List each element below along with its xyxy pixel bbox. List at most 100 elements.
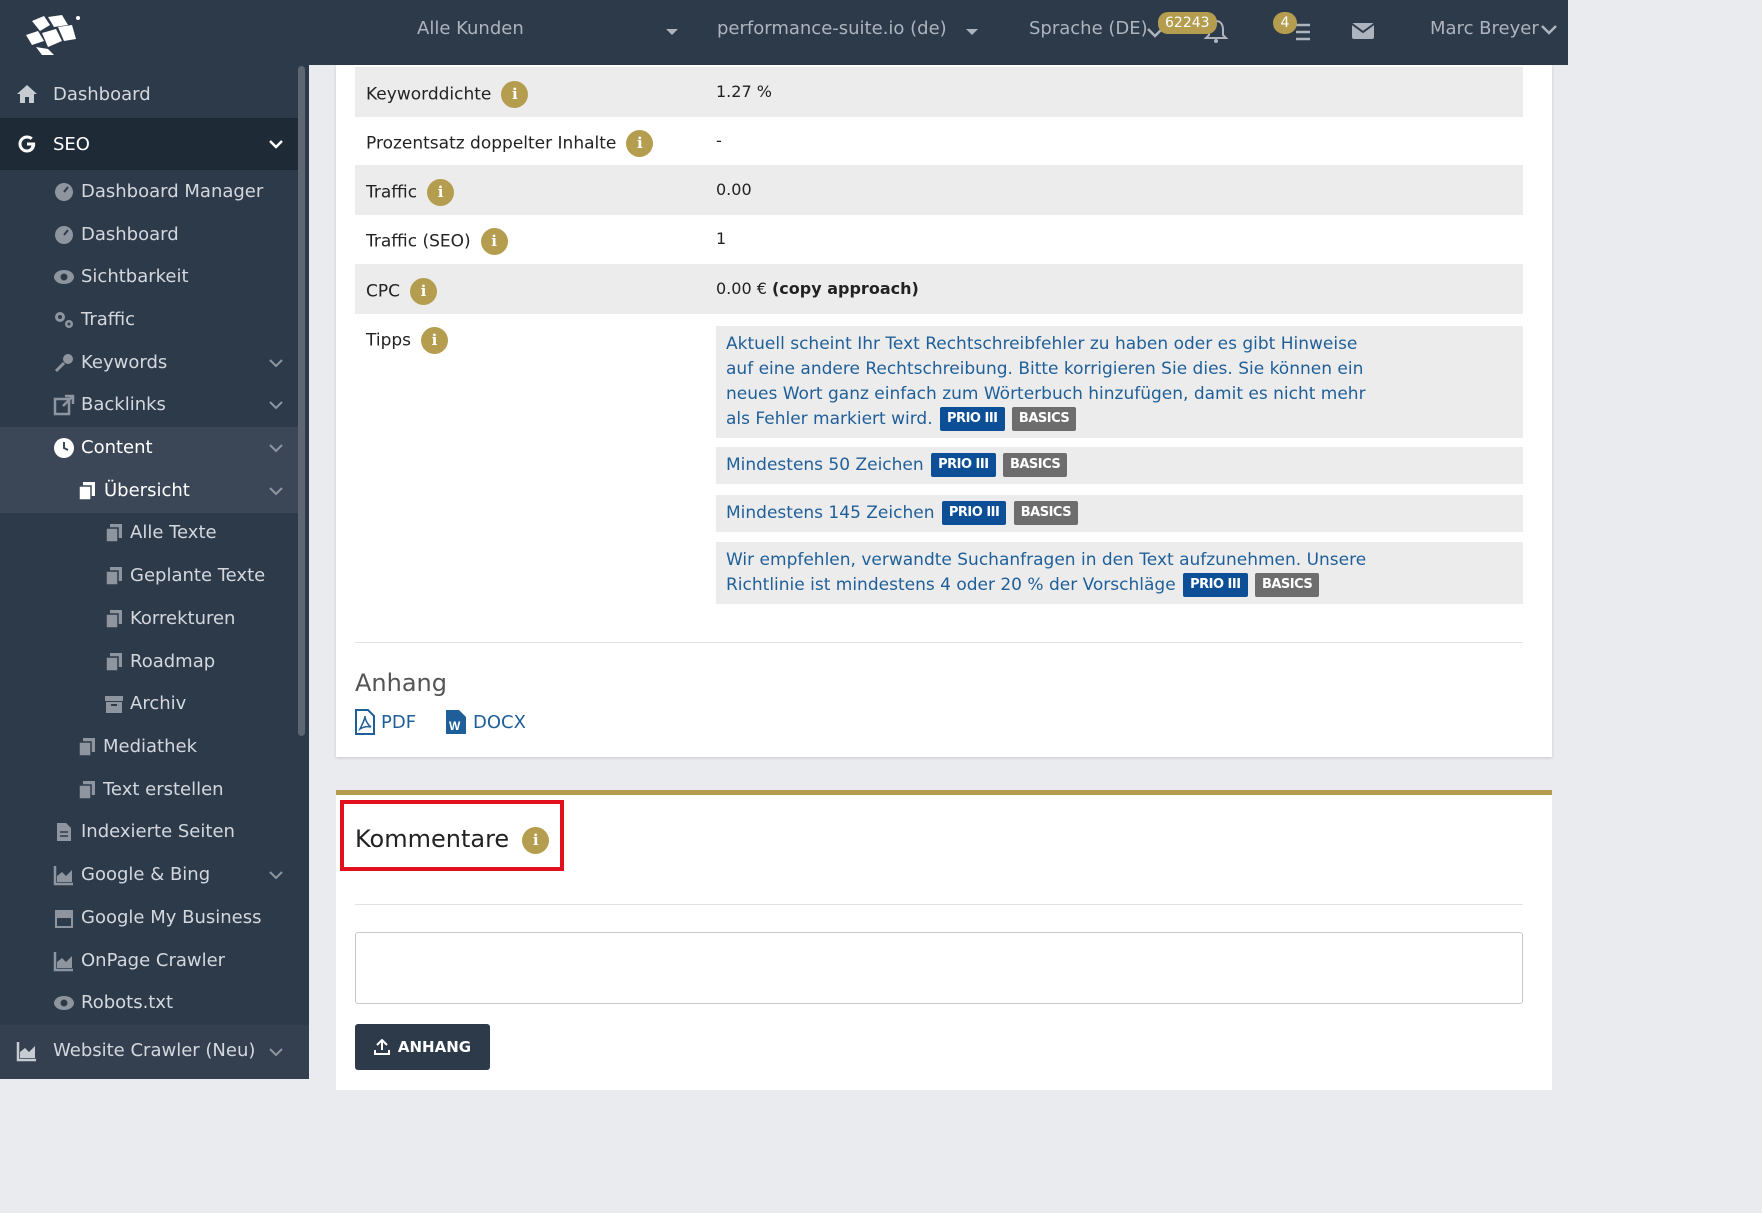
category-badge: BASICS	[1002, 453, 1068, 477]
language-select[interactable]: Sprache (DE)	[1029, 18, 1148, 39]
user-menu[interactable]: Marc Breyer	[1430, 18, 1539, 39]
tip-item: Mindestens 145 Zeichen PRIO III BASICS	[716, 495, 1523, 532]
gauge-icon	[55, 226, 73, 244]
sidebar-item-label: SEO	[53, 134, 90, 155]
sidebar-scrollbar[interactable]	[298, 66, 305, 736]
sidebar-item-label: Korrekturen	[130, 608, 236, 629]
info-icon[interactable]: i	[522, 826, 550, 854]
sidebar-item-label: Content	[81, 437, 153, 458]
external-link-icon	[53, 394, 75, 416]
customer-caret-icon[interactable]	[666, 29, 678, 35]
sidebar-item-robots[interactable]: Robots.txt	[0, 982, 298, 1024]
sidebar-item-google-bing[interactable]: Google & Bing	[0, 854, 298, 896]
category-badge: BASICS	[1254, 573, 1320, 597]
domain-select[interactable]: performance-suite.io (de)	[717, 18, 947, 39]
sidebar-item-label: Mediathek	[103, 736, 198, 757]
tip-item: Wir empfehlen, verwandte Suchanfragen in…	[716, 542, 1523, 604]
sidebar-item-alle-texte[interactable]: Alle Texte	[0, 512, 298, 554]
sidebar-item-geplante-texte[interactable]: Geplante Texte	[0, 555, 298, 597]
sidebar-item-label: Google My Business	[81, 907, 262, 928]
sidebar-item-label: Keywords	[81, 352, 168, 373]
detail-value: 0.00 € (copy approach)	[716, 279, 919, 298]
tip-item: Aktuell scheint Ihr Text Rechtschreibfeh…	[716, 326, 1523, 438]
google-icon	[18, 135, 36, 153]
sidebar-item-website-crawler[interactable]: Website Crawler (Neu)	[0, 1025, 309, 1079]
sidebar-item-dashboard-manager[interactable]: Dashboard Manager	[0, 171, 298, 213]
archive-icon	[105, 696, 123, 713]
sidebar-item-roadmap[interactable]: Roadmap	[0, 641, 298, 683]
sidebar-item-indexierte-seiten[interactable]: Indexierte Seiten	[0, 811, 298, 853]
divider	[355, 642, 1523, 643]
chevron-down-icon	[269, 401, 283, 410]
sidebar-item-label: Alle Texte	[130, 522, 217, 543]
info-icon[interactable]: i	[427, 179, 455, 206]
svg-text:W: W	[449, 719, 461, 733]
priority-badge: PRIO III	[931, 453, 996, 477]
detail-label: CPC i	[366, 278, 437, 305]
sidebar-item-keywords[interactable]: Keywords	[0, 342, 298, 384]
store-icon	[55, 910, 73, 928]
sidebar-item-backlinks[interactable]: Backlinks	[0, 384, 298, 426]
upload-attachment-button[interactable]: ANHANG	[355, 1024, 490, 1070]
priority-badge: PRIO III	[1183, 573, 1248, 597]
task-count-badge: 4	[1273, 12, 1297, 34]
info-icon[interactable]: i	[480, 228, 508, 255]
sidebar-item-uebersicht[interactable]: Übersicht	[0, 469, 298, 513]
sidebar-item-label: Google & Bing	[81, 864, 211, 885]
sidebar-item-text-erstellen[interactable]: Text erstellen	[0, 769, 298, 811]
mail-icon[interactable]	[1349, 17, 1377, 45]
copy-icon	[105, 524, 122, 543]
detail-row-traffic: Traffic i 0.00	[355, 165, 1523, 215]
domain-caret-icon[interactable]	[966, 29, 978, 35]
customer-select[interactable]: Alle Kunden	[417, 18, 524, 39]
sidebar-item-traffic[interactable]: Traffic	[0, 299, 298, 341]
comment-textarea[interactable]	[355, 932, 1523, 1004]
clock-icon	[54, 438, 74, 458]
sidebar-item-archiv[interactable]: Archiv	[0, 683, 298, 725]
chevron-down-icon	[269, 444, 283, 453]
sidebar-item-sichtbarkeit[interactable]: Sichtbarkeit	[0, 256, 298, 298]
detail-label-text: Traffic	[366, 182, 418, 203]
cpc-value: 0.00 €	[716, 279, 767, 298]
sidebar-item-label: Roadmap	[130, 651, 216, 672]
sidebar-item-content[interactable]: Content	[0, 427, 298, 469]
sidebar-item-seo-dashboard[interactable]: Dashboard	[0, 214, 298, 256]
sidebar-item-label: Dashboard	[81, 224, 179, 245]
sidebar-item-onpage-crawler[interactable]: OnPage Crawler	[0, 940, 298, 982]
info-icon[interactable]: i	[626, 130, 654, 157]
key-icon	[54, 354, 73, 373]
category-badge: BASICS	[1011, 407, 1077, 431]
sidebar-item-mediathek[interactable]: Mediathek	[0, 726, 298, 768]
detail-row-duplicate: Prozentsatz doppelter Inhalte i -	[355, 116, 1523, 166]
gauge-icon	[55, 183, 73, 201]
detail-row-keyworddichte: Keyworddichte i 1.27 %	[355, 67, 1523, 117]
download-docx-link[interactable]: W DOCX	[445, 709, 526, 735]
info-icon[interactable]: i	[410, 278, 437, 305]
download-pdf-link[interactable]: PDF	[355, 709, 416, 735]
sidebar-item-korrekturen[interactable]: Korrekturen	[0, 598, 298, 640]
info-icon[interactable]: i	[501, 81, 529, 108]
sidebar: Dashboard SEO Dashboard Manager Dashboar…	[0, 65, 309, 1079]
detail-label-text: Traffic (SEO)	[366, 231, 471, 252]
detail-label-text: CPC	[366, 281, 400, 302]
sidebar-item-label: Archiv	[130, 693, 187, 714]
home-icon	[17, 85, 37, 103]
sidebar-item-google-my-business[interactable]: Google My Business	[0, 897, 298, 939]
tip-text: Mindestens 145 Zeichen	[726, 503, 935, 523]
sidebar-item-label: Traffic	[81, 309, 136, 330]
sidebar-item-label: Robots.txt	[81, 992, 174, 1013]
upload-icon	[373, 1039, 390, 1055]
sidebar-section-seo[interactable]: SEO	[0, 118, 298, 170]
sidebar-item-label: Backlinks	[81, 394, 166, 415]
area-chart-icon	[53, 952, 73, 972]
eye-icon	[54, 270, 74, 284]
sidebar-item-label: OnPage Crawler	[81, 950, 226, 971]
chevron-down-icon	[269, 871, 283, 880]
sidebar-item-dashboard[interactable]: Dashboard	[0, 70, 298, 118]
user-chevron-down-icon[interactable]	[1535, 16, 1563, 44]
file-icon	[57, 823, 71, 841]
docx-link-text: DOCX	[473, 711, 526, 733]
brand-logo[interactable]	[22, 13, 82, 57]
upload-button-label: ANHANG	[397, 1038, 472, 1056]
info-icon[interactable]: i	[421, 327, 449, 354]
